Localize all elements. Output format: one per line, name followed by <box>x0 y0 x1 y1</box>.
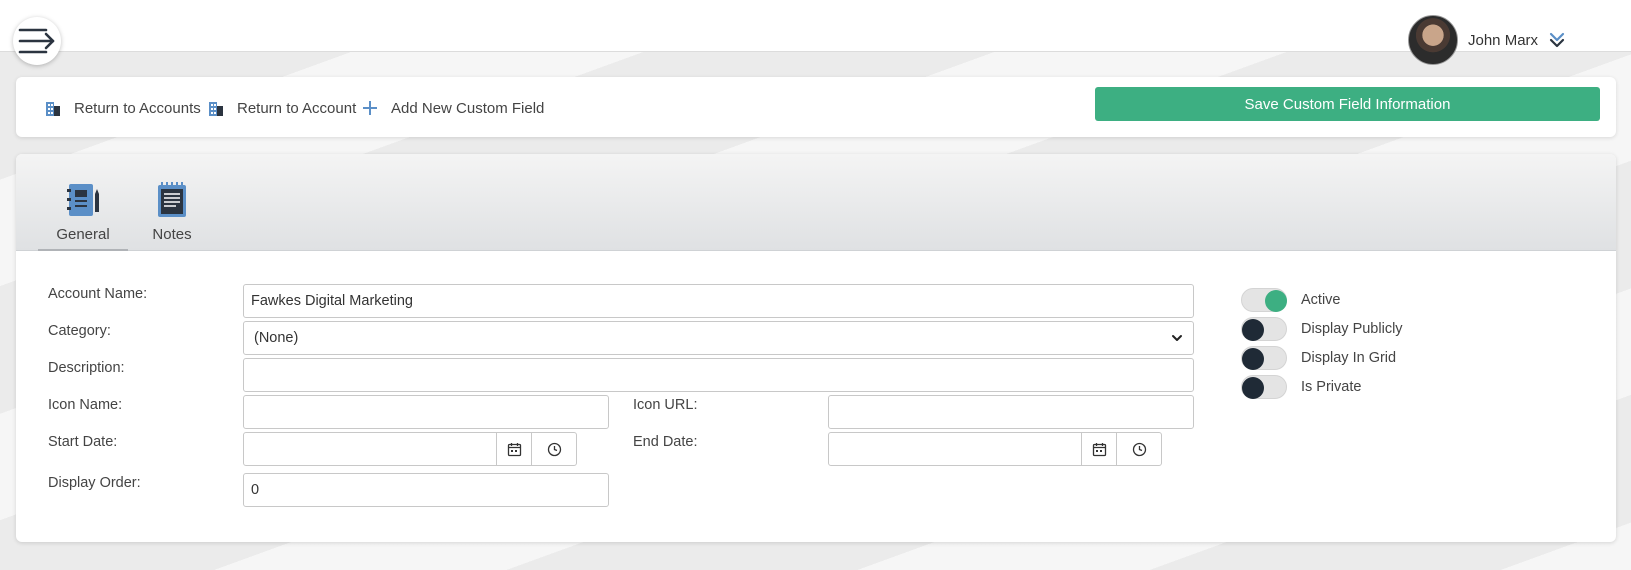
return-to-account-link[interactable]: Return to Account <box>207 99 356 117</box>
end-date-label: End Date: <box>633 434 698 450</box>
save-button[interactable]: Save Custom Field Information <box>1095 87 1600 121</box>
user-menu[interactable]: John Marx <box>1408 15 1566 65</box>
start-time-button[interactable] <box>532 433 576 465</box>
display-publicly-toggle[interactable] <box>1241 317 1287 341</box>
is-private-label: Is Private <box>1301 379 1362 395</box>
chevron-down-icon <box>1172 335 1182 341</box>
calendar-icon <box>507 442 521 456</box>
return-to-accounts-label: Return to Accounts <box>74 99 201 117</box>
top-bar <box>0 0 1631 52</box>
description-label: Description: <box>48 360 125 376</box>
start-date-picker <box>243 432 577 466</box>
user-name[interactable]: John Marx <box>1468 32 1538 49</box>
display-in-grid-label: Display In Grid <box>1301 350 1397 366</box>
toggle-row-display-in-grid: Display In Grid <box>1241 346 1396 370</box>
tab-notes[interactable]: Notes <box>127 180 217 251</box>
display-publicly-label: Display Publicly <box>1301 321 1403 337</box>
icon-url-input[interactable] <box>828 395 1194 429</box>
tab-general-label: General <box>56 226 110 243</box>
hamburger-arrow-icon <box>18 28 55 54</box>
notebook-pen-icon <box>67 184 99 216</box>
add-custom-field-label: Add New Custom Field <box>391 99 545 117</box>
return-to-account-label: Return to Account <box>237 99 357 117</box>
clock-icon <box>547 442 561 456</box>
main-panel: General Notes Account Name: Category: (N… <box>16 154 1616 542</box>
avatar[interactable] <box>1408 15 1458 65</box>
tab-general[interactable]: General <box>38 180 128 251</box>
clock-icon <box>1132 442 1146 456</box>
end-date-picker <box>828 432 1162 466</box>
is-private-toggle[interactable] <box>1241 375 1287 399</box>
end-date-calendar-button[interactable] <box>1082 433 1117 465</box>
return-to-accounts-link[interactable]: Return to Accounts <box>44 99 201 117</box>
notepad-icon <box>158 182 186 217</box>
action-bar: Return to Accounts Return to Account Add… <box>16 77 1616 137</box>
display-order-label: Display Order: <box>48 475 141 491</box>
category-select[interactable]: (None) <box>243 321 1194 355</box>
add-custom-field-link[interactable]: Add New Custom Field <box>361 99 544 117</box>
icon-url-label: Icon URL: <box>633 397 698 413</box>
icon-name-input[interactable] <box>243 395 609 429</box>
double-chevron-down-icon[interactable] <box>1548 31 1566 49</box>
start-date-calendar-button[interactable] <box>497 433 532 465</box>
tabs-header: General Notes <box>16 154 1616 251</box>
description-input[interactable] <box>243 358 1194 392</box>
building-icon <box>209 102 223 116</box>
category-label: Category: <box>48 323 111 339</box>
display-order-input[interactable] <box>243 473 609 507</box>
toggle-row-display-publicly: Display Publicly <box>1241 317 1403 341</box>
plus-icon <box>363 101 377 115</box>
toggle-row-is-private: Is Private <box>1241 375 1361 399</box>
end-date-input[interactable] <box>829 433 1082 465</box>
tab-notes-label: Notes <box>152 226 192 243</box>
display-in-grid-toggle[interactable] <box>1241 346 1287 370</box>
toggle-row-active: Active <box>1241 288 1341 312</box>
calendar-icon <box>1092 442 1106 456</box>
menu-button[interactable] <box>13 17 61 65</box>
account-name-label: Account Name: <box>48 286 148 302</box>
category-selected-value: (None) <box>254 330 299 346</box>
start-date-input[interactable] <box>244 433 497 465</box>
building-icon <box>46 102 60 116</box>
active-toggle[interactable] <box>1241 288 1287 312</box>
end-time-button[interactable] <box>1117 433 1161 465</box>
active-label: Active <box>1301 292 1341 308</box>
account-name-input[interactable] <box>243 284 1194 318</box>
start-date-label: Start Date: <box>48 434 118 450</box>
icon-name-label: Icon Name: <box>48 397 123 413</box>
